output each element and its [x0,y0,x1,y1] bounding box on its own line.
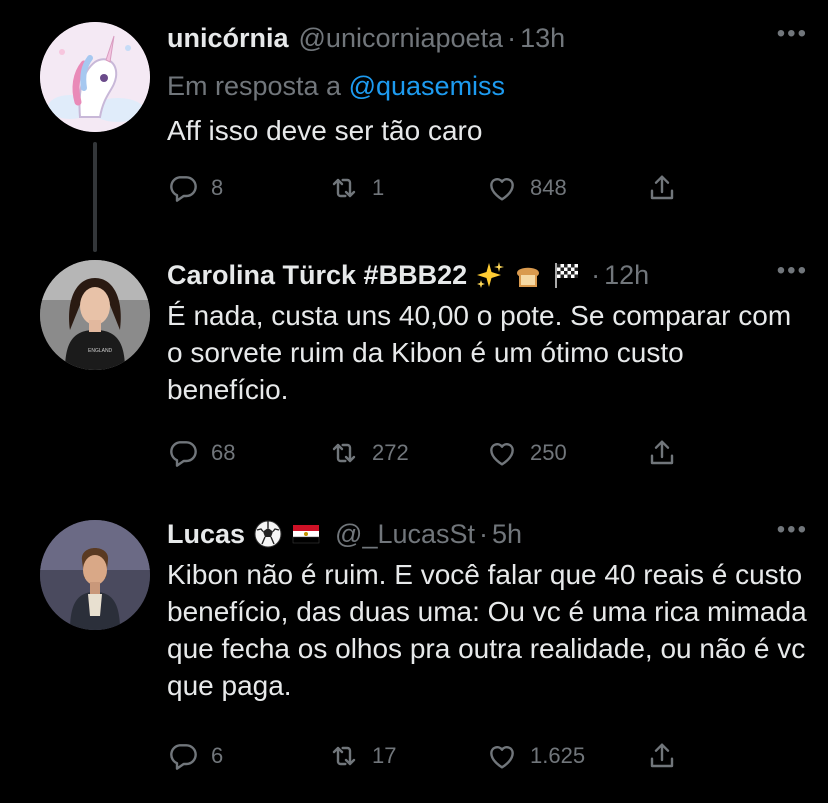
separator-dot: · [507,23,517,53]
reply-button[interactable]: 68 [167,437,235,469]
reply-button[interactable]: 6 [167,740,223,772]
tweet[interactable]: ENGLAND Carolina Türck #BBB22 · 12h ••• … [0,245,828,500]
more-options-icon[interactable]: ••• [777,516,808,544]
reply-mention-link[interactable]: @quasemiss [349,71,505,101]
tweet-header: unicórnia @unicorniapoeta · 13h [167,18,808,58]
tweet-text: Aff isso deve ser tão caro [167,115,483,146]
thread-line [93,142,97,252]
reply-icon [167,740,199,772]
retweet-count: 1 [372,175,385,200]
tweet-text: Kibon não é ruim. E você falar que 40 re… [167,559,807,701]
retweet-icon [328,172,360,204]
lucas-avatar-image [40,520,150,630]
timestamp[interactable]: 13h [520,18,565,58]
retweet-button[interactable]: 272 [328,437,409,469]
reply-icon [167,172,199,204]
share-icon [646,437,678,469]
retweet-icon [328,437,360,469]
username[interactable]: @_LucasSt [335,514,475,554]
reply-count: 6 [211,743,224,768]
tweet[interactable]: Lucas @_LucasSt · 5h ••• Kibon não é rui… [0,500,828,803]
retweet-button[interactable]: 1 [328,172,384,204]
soccer-ball-emoji-icon [254,520,282,548]
like-count: 1.625 [530,743,586,768]
like-button[interactable]: 848 [486,172,567,204]
separator-dot: · [591,260,601,290]
more-options-icon[interactable]: ••• [777,257,808,285]
like-button[interactable]: 250 [486,437,567,469]
tweet-header: Lucas @_LucasSt · 5h [167,514,808,554]
separator-dot: · [479,519,489,549]
reply-prefix: Em resposta a [167,71,342,101]
reply-context: Em resposta a @quasemiss [167,66,808,106]
reply-count: 68 [211,440,236,465]
display-name[interactable]: Lucas [167,514,245,554]
share-button[interactable] [646,437,678,469]
bread-emoji-icon [517,267,540,287]
share-button[interactable] [646,172,678,204]
more-options-icon[interactable]: ••• [777,20,808,48]
like-count: 848 [530,175,567,200]
reply-icon [167,437,199,469]
unicorn-avatar-image [40,22,150,132]
sparkles-emoji-icon [477,262,505,288]
timestamp[interactable]: 5h [492,514,522,554]
tweet[interactable]: unicórnia @unicorniapoeta · 13h ••• Em r… [0,0,828,252]
heart-icon [486,437,518,469]
tweet-text: É nada, custa uns 40,00 o pote. Se compa… [167,300,792,405]
timestamp[interactable]: 12h [604,255,649,295]
retweet-icon [328,740,360,772]
retweet-count: 272 [372,440,409,465]
username[interactable]: @unicorniapoeta [299,18,504,58]
display-name[interactable]: unicórnia [167,18,289,58]
egypt-flag-emoji-icon [292,525,320,544]
avatar[interactable]: ENGLAND [40,260,150,370]
checkered-flag-emoji-icon [555,263,579,288]
share-icon [646,740,678,772]
like-count: 250 [530,440,567,465]
retweet-count: 17 [372,743,397,768]
tweet-header: Carolina Türck #BBB22 · 12h [167,255,808,295]
retweet-button[interactable]: 17 [328,740,396,772]
heart-icon [486,740,518,772]
reply-button[interactable]: 8 [167,172,223,204]
display-name[interactable]: Carolina Türck #BBB22 [167,255,467,295]
share-icon [646,172,678,204]
heart-icon [486,172,518,204]
share-button[interactable] [646,740,678,772]
carolina-avatar-image: ENGLAND [40,260,150,370]
avatar[interactable] [40,520,150,630]
like-button[interactable]: 1.625 [486,740,585,772]
svg-text:ENGLAND: ENGLAND [88,348,113,354]
avatar[interactable] [40,22,150,132]
reply-count: 8 [211,175,224,200]
